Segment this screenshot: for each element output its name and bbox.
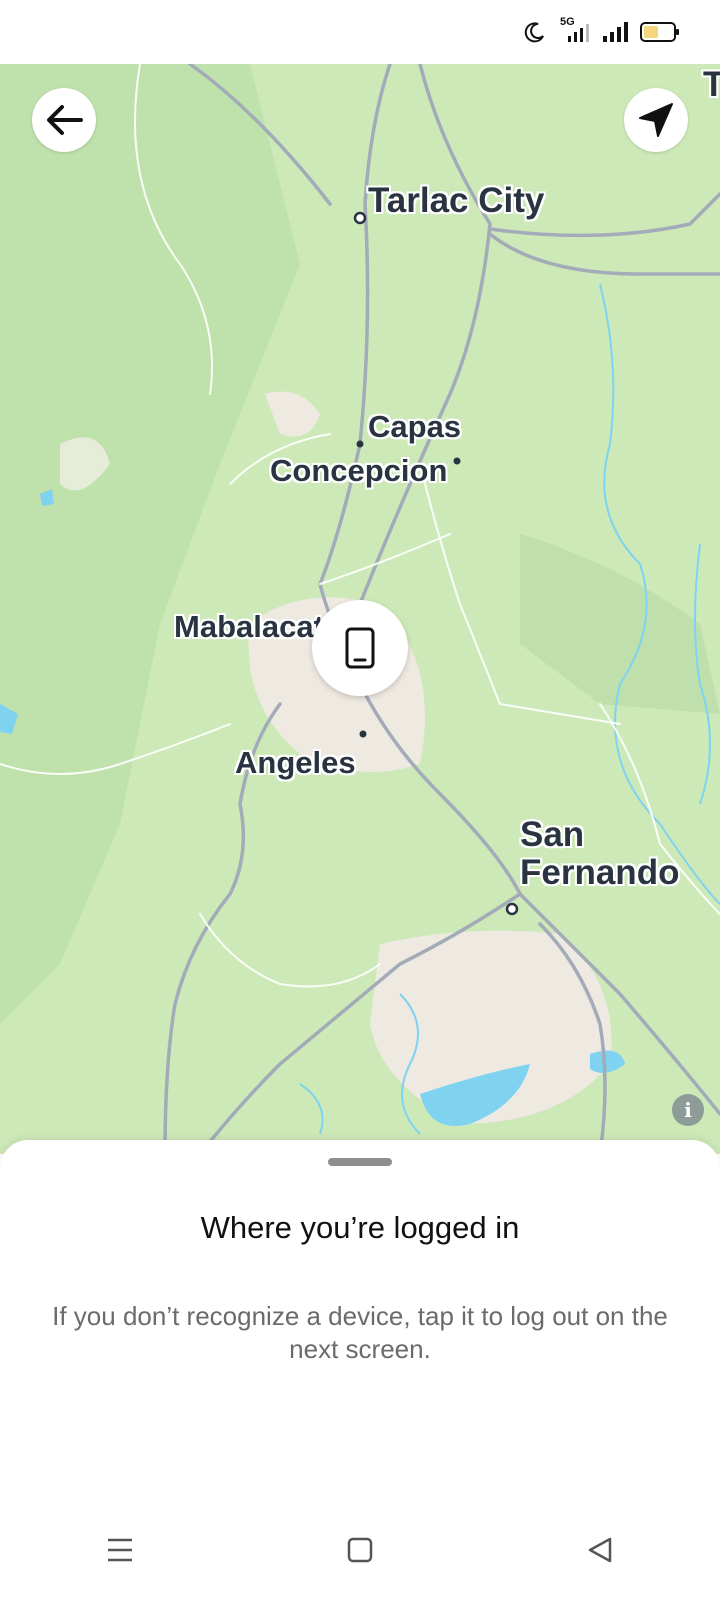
back-triangle-icon — [588, 1537, 612, 1563]
system-back-button[interactable] — [570, 1520, 630, 1580]
arrow-left-icon — [47, 105, 83, 135]
status-icons: 5G — [524, 16, 680, 46]
map-view[interactable]: Tarlac City Capas Concepcion Mabalacat A… — [0, 64, 720, 1154]
navigation-arrow-icon — [639, 103, 673, 137]
sheet-title: Where you’re logged in — [200, 1210, 520, 1245]
recent-apps-button[interactable] — [90, 1520, 150, 1580]
battery-icon — [640, 22, 679, 42]
locate-button[interactable] — [624, 88, 688, 152]
system-nav-bar — [0, 1500, 720, 1600]
signal-icon — [603, 22, 628, 42]
info-icon: i — [684, 1098, 692, 1122]
menu-icon — [108, 1538, 132, 1562]
bottom-sheet: Where you’re logged in If you don’t reco… — [0, 1140, 720, 1600]
back-button[interactable] — [32, 88, 96, 152]
map-info-button[interactable]: i — [672, 1094, 704, 1126]
phone-icon — [345, 627, 375, 669]
moon-icon — [524, 22, 544, 43]
5g-signal-icon: 5G — [556, 16, 592, 46]
status-bar: 5G — [0, 0, 720, 64]
sheet-description: If you don’t recognize a device, tap it … — [52, 1301, 668, 1364]
home-square-icon — [347, 1537, 373, 1563]
device-location-pin[interactable] — [312, 600, 408, 696]
home-button[interactable] — [330, 1520, 390, 1580]
sheet-drag-handle[interactable] — [328, 1158, 392, 1166]
